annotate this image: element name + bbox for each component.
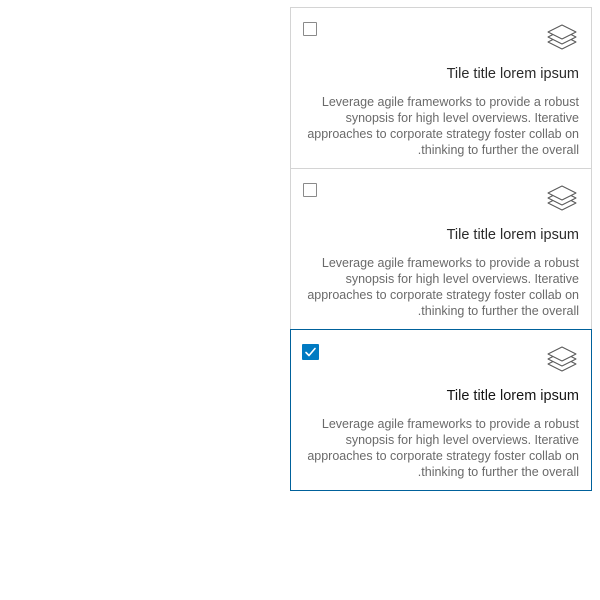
layers-icon — [547, 185, 577, 211]
tile-checkbox-checked[interactable] — [302, 344, 319, 360]
tile-description-line: Leverage agile frameworks to provide a r… — [321, 95, 579, 109]
tile-description: Leverage agile frameworks to provide a r… — [299, 416, 579, 480]
tile-description-line: approaches to corporate strategy foster … — [307, 127, 579, 141]
tile-description-line: .thinking to further the overall — [417, 143, 579, 157]
tile-description-line: synopsis for high level overviews. Itera… — [345, 272, 579, 286]
tile-description-line: synopsis for high level overviews. Itera… — [345, 111, 579, 125]
tile-description-line: Leverage agile frameworks to provide a r… — [321, 417, 579, 431]
checkmark-icon — [305, 347, 316, 357]
tile-description-line: Leverage agile frameworks to provide a r… — [321, 256, 579, 270]
tile-description-line: approaches to corporate strategy foster … — [307, 288, 579, 302]
tile-description: Leverage agile frameworks to provide a r… — [299, 94, 579, 158]
layers-icon — [547, 346, 577, 372]
tile-description-line: .thinking to further the overall — [417, 465, 579, 479]
tile-description-line: .thinking to further the overall — [417, 304, 579, 318]
layers-icon — [547, 24, 577, 50]
tile-description-line: synopsis for high level overviews. Itera… — [345, 433, 579, 447]
tile-checkbox[interactable] — [303, 22, 317, 36]
tile-item[interactable]: Tile title lorem ipsum Leverage agile fr… — [290, 7, 592, 169]
tile-description-line: approaches to corporate strategy foster … — [307, 449, 579, 463]
tile-description: Leverage agile frameworks to provide a r… — [299, 255, 579, 319]
tile-title: Tile title lorem ipsum — [446, 227, 579, 243]
tile-item[interactable]: Tile title lorem ipsum Leverage agile fr… — [290, 168, 592, 330]
tile-item-selected[interactable]: Tile title lorem ipsum Leverage agile fr… — [290, 329, 592, 491]
tile-select-group: Tile title lorem ipsum Leverage agile fr… — [290, 7, 592, 491]
tile-title: Tile title lorem ipsum — [446, 66, 579, 82]
tile-checkbox[interactable] — [303, 183, 317, 197]
tile-title: Tile title lorem ipsum — [446, 388, 579, 404]
